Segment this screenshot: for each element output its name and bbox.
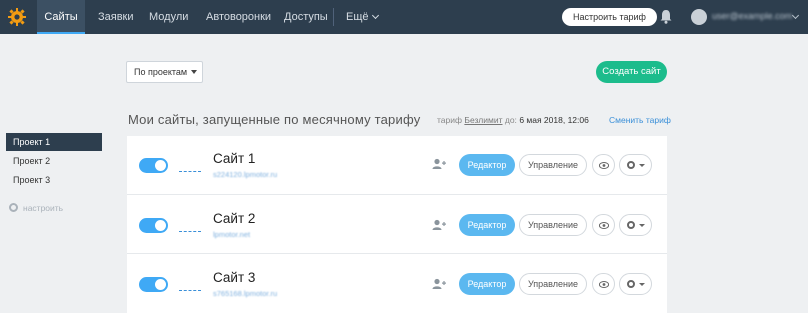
editor-button[interactable]: Редактор: [459, 154, 515, 176]
bell-icon[interactable]: [659, 9, 673, 24]
gear-icon: [627, 280, 635, 288]
configure-tariff-button[interactable]: Настроить тариф: [562, 8, 657, 26]
site-toggle[interactable]: [139, 158, 168, 173]
tariff-name-link[interactable]: Безлимит: [464, 115, 502, 125]
site-dashed-link[interactable]: [179, 171, 201, 172]
site-toggle[interactable]: [139, 218, 168, 233]
nav-access[interactable]: Доступы: [284, 0, 328, 34]
settings-dropdown-button[interactable]: [619, 154, 652, 176]
site-domain-link[interactable]: lpmotor.net: [213, 230, 250, 239]
site-list: Сайт 1 s224120.lpmotor.ru Редактор Управ…: [127, 136, 667, 313]
editor-button[interactable]: Редактор: [459, 214, 515, 236]
eye-icon: [599, 281, 609, 288]
nav-modules-label: Модули: [149, 11, 189, 23]
project-filter-value: По проектам: [134, 67, 188, 77]
editor-button[interactable]: Редактор: [459, 273, 515, 295]
project-filter-select[interactable]: По проектам: [126, 61, 203, 83]
settings-dropdown-button[interactable]: [619, 273, 652, 295]
gear-icon: [9, 203, 18, 212]
user-name[interactable]: user@example.com: [712, 11, 792, 21]
manage-button[interactable]: Управление: [519, 214, 587, 236]
sidebar-settings-link[interactable]: настроить: [9, 203, 63, 213]
site-row: Сайт 1 s224120.lpmotor.ru Редактор Управ…: [127, 136, 667, 195]
caret-down-icon: [639, 283, 645, 286]
site-toggle[interactable]: [139, 277, 168, 292]
gear-icon: [627, 221, 635, 229]
chevron-down-icon[interactable]: [791, 11, 800, 20]
manage-button[interactable]: Управление: [519, 273, 587, 295]
tariff-until-label: до:: [504, 115, 517, 125]
site-name: Сайт 2: [213, 211, 256, 226]
preview-button[interactable]: [592, 273, 615, 295]
create-site-button[interactable]: Создать сайт: [596, 61, 667, 83]
top-navigation: Сайты Заявки Модули Автоворонки Доступы …: [0, 0, 808, 34]
nav-more-label: Ещё: [346, 11, 369, 23]
nav-more[interactable]: Ещё: [346, 0, 379, 34]
manage-button[interactable]: Управление: [519, 154, 587, 176]
site-row: Сайт 2 lpmotor.net Редактор Управление: [127, 195, 667, 254]
gear-icon: [627, 161, 635, 169]
tariff-prefix: тариф: [437, 115, 462, 125]
site-domain-link[interactable]: s224120.lpmotor.ru: [213, 170, 277, 179]
nav-requests[interactable]: Заявки: [98, 0, 134, 34]
logo-gear-icon[interactable]: [8, 8, 26, 26]
site-dashed-link[interactable]: [179, 231, 201, 232]
nav-divider: [333, 8, 334, 26]
nav-autofunnels-label: Автоворонки: [206, 11, 272, 23]
settings-dropdown-button[interactable]: [619, 214, 652, 236]
site-dashed-link[interactable]: [179, 290, 201, 291]
page-title: Мои сайты, запущенные по месячному тариф…: [128, 112, 421, 127]
tariff-date: 6 мая 2018, 12:06: [519, 115, 589, 125]
add-user-icon[interactable]: [432, 158, 446, 170]
site-domain-link[interactable]: s765168.lpmotor.ru: [213, 289, 277, 298]
nav-sites[interactable]: Сайты: [37, 0, 85, 34]
eye-icon: [599, 222, 609, 229]
nav-requests-label: Заявки: [98, 11, 134, 23]
add-user-icon[interactable]: [432, 219, 446, 231]
dropdown-arrow-icon: [191, 70, 197, 74]
nav-sites-label: Сайты: [44, 11, 78, 23]
sidebar-settings-label: настроить: [23, 203, 64, 213]
site-row: Сайт 3 s765168.lpmotor.ru Редактор Управ…: [127, 254, 667, 313]
sidebar-item-project-2[interactable]: Проект 2: [6, 152, 102, 170]
nav-access-label: Доступы: [284, 11, 328, 23]
chevron-down-icon: [371, 11, 379, 20]
caret-down-icon: [639, 164, 645, 167]
caret-down-icon: [639, 224, 645, 227]
avatar[interactable]: [691, 9, 707, 25]
nav-autofunnels[interactable]: Автоворонки: [206, 0, 271, 34]
site-name: Сайт 3: [213, 270, 256, 285]
add-user-icon[interactable]: [432, 278, 446, 290]
change-tariff-link[interactable]: Сменить тариф: [609, 115, 671, 125]
eye-icon: [599, 162, 609, 169]
tariff-info: тариф Безлимит до: 6 мая 2018, 12:06: [437, 115, 589, 125]
preview-button[interactable]: [592, 214, 615, 236]
nav-modules[interactable]: Модули: [149, 0, 188, 34]
sidebar-item-project-3[interactable]: Проект 3: [6, 171, 102, 189]
preview-button[interactable]: [592, 154, 615, 176]
site-name: Сайт 1: [213, 151, 256, 166]
sidebar-item-project-1[interactable]: Проект 1: [6, 133, 102, 151]
